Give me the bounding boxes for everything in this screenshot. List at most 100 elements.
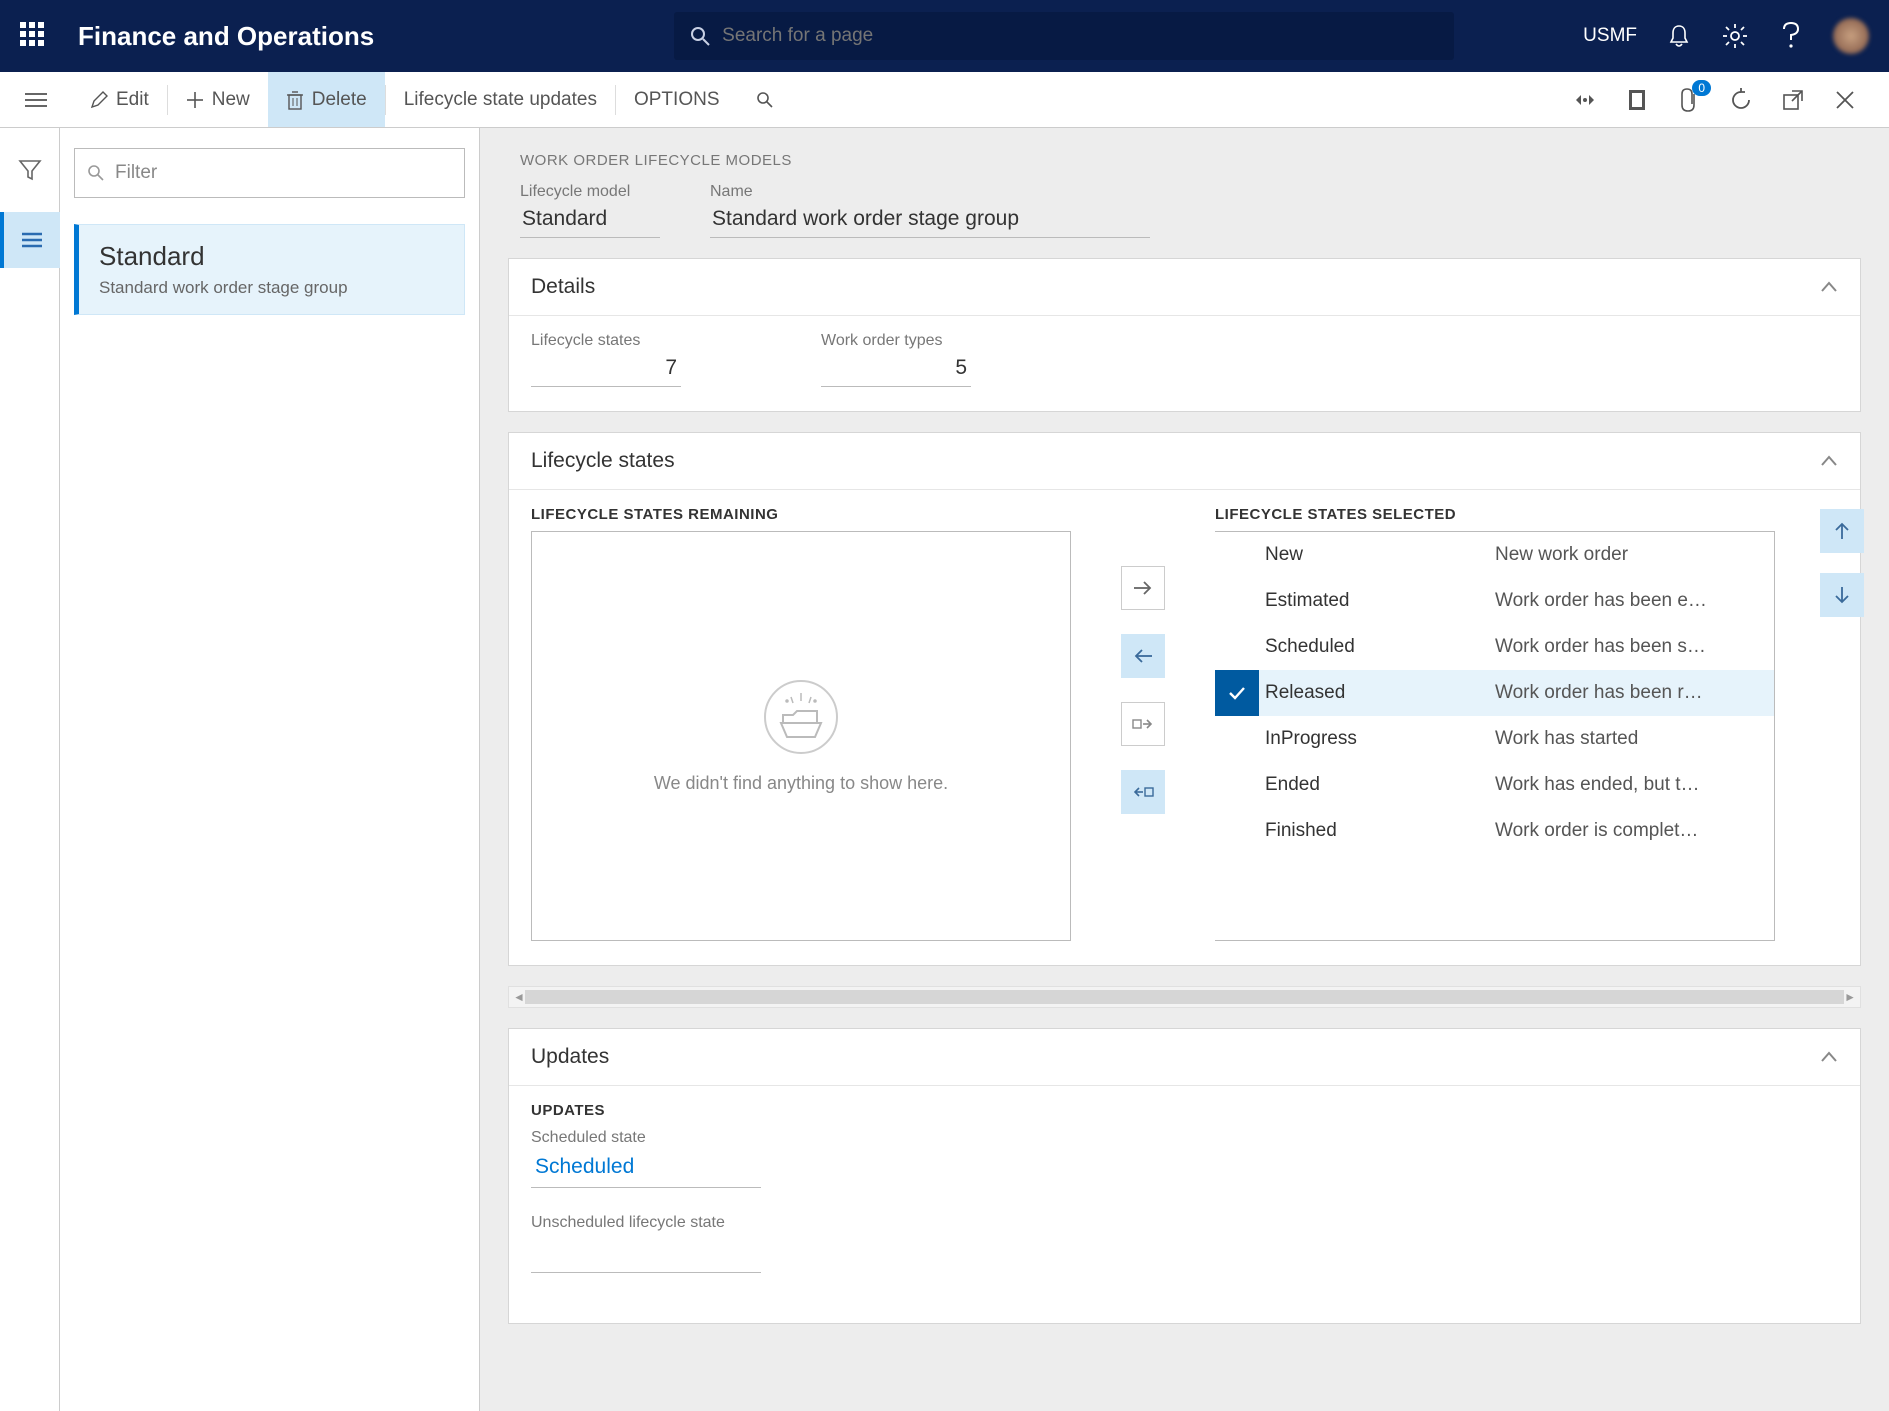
selected-row[interactable]: InProgressWork has started	[1215, 716, 1774, 762]
refresh-button[interactable]	[1727, 86, 1755, 114]
lifecycle-states-count[interactable]: 7	[531, 350, 681, 387]
check-icon	[1215, 670, 1259, 716]
company-selector[interactable]: USMF	[1583, 25, 1637, 47]
action-pane: Edit New Delete Lifecycle state updates …	[0, 72, 1889, 128]
funnel-icon	[18, 159, 42, 181]
selected-title: LIFECYCLE STATES SELECTED	[1215, 506, 1775, 523]
options-button[interactable]: OPTIONS	[616, 72, 738, 127]
add-all-button[interactable]	[1121, 702, 1165, 746]
filter-pane-button[interactable]	[0, 142, 60, 198]
name-value[interactable]: Standard work order stage group	[710, 201, 1150, 238]
popout-button[interactable]	[1779, 86, 1807, 114]
lifecycle-model-label: Lifecycle model	[520, 183, 660, 201]
work-order-types-count-label: Work order types	[821, 332, 971, 350]
name-label: Name	[710, 183, 1150, 201]
remaining-list[interactable]: We didn't find anything to show here.	[531, 531, 1071, 941]
selected-row[interactable]: ScheduledWork order has been s…	[1215, 624, 1774, 670]
trash-icon	[286, 90, 304, 110]
list-panel: Filter Standard Standard work order stag…	[60, 128, 480, 1411]
selected-row-name: Ended	[1265, 774, 1495, 796]
selected-row[interactable]: EndedWork has ended, but t…	[1215, 762, 1774, 808]
add-selected-button[interactable]	[1121, 566, 1165, 610]
edit-label: Edit	[116, 89, 149, 111]
lifecycle-states-count-label: Lifecycle states	[531, 332, 681, 350]
lifecycle-model-value[interactable]: Standard	[520, 201, 660, 238]
remove-all-button[interactable]	[1121, 770, 1165, 814]
selected-row[interactable]: EstimatedWork order has been e…	[1215, 578, 1774, 624]
selected-row-desc: New work order	[1495, 544, 1774, 566]
new-button[interactable]: New	[168, 72, 268, 127]
selected-row[interactable]: FinishedWork order is complet…	[1215, 808, 1774, 854]
lifecycle-states-title: Lifecycle states	[531, 449, 675, 473]
selected-row-desc: Work has ended, but t…	[1495, 774, 1774, 796]
horizontal-scrollbar[interactable]: ◄►	[508, 986, 1861, 1008]
attachments-button[interactable]: 0	[1675, 86, 1703, 114]
delete-label: Delete	[312, 89, 367, 111]
search-icon	[87, 164, 105, 182]
arrow-down-icon	[1834, 585, 1850, 605]
selected-row[interactable]: ReleasedWork order has been r…	[1215, 670, 1774, 716]
move-all-left-icon	[1131, 784, 1155, 800]
selected-list[interactable]: NewNew work orderEstimatedWork order has…	[1215, 531, 1775, 941]
remove-selected-button[interactable]	[1121, 634, 1165, 678]
search-icon	[756, 91, 774, 109]
delete-button[interactable]: Delete	[268, 72, 385, 127]
user-avatar[interactable]	[1833, 18, 1869, 54]
work-order-types-count[interactable]: 5	[821, 350, 971, 387]
left-rail	[0, 128, 60, 1411]
search-icon	[690, 26, 710, 46]
selected-row[interactable]: NewNew work order	[1215, 532, 1774, 578]
selected-row-desc: Work has started	[1495, 728, 1774, 750]
move-down-button[interactable]	[1820, 573, 1864, 617]
nav-collapse-button[interactable]	[0, 72, 72, 128]
move-up-button[interactable]	[1820, 509, 1864, 553]
unscheduled-state-label: Unscheduled lifecycle state	[531, 1214, 1838, 1232]
page-section-title: WORK ORDER LIFECYCLE MODELS	[520, 152, 1849, 169]
list-icon	[20, 231, 44, 249]
connector-icon[interactable]	[1571, 86, 1599, 114]
pencil-icon	[90, 91, 108, 109]
selected-row-desc: Work order is complet…	[1495, 820, 1774, 842]
notifications-icon[interactable]	[1665, 22, 1693, 50]
lifecycle-updates-label: Lifecycle state updates	[404, 89, 597, 111]
list-item-subtitle: Standard work order stage group	[99, 278, 444, 298]
lifecycle-states-header[interactable]: Lifecycle states	[509, 433, 1860, 490]
scheduled-state-label: Scheduled state	[531, 1129, 1838, 1147]
chevron-up-icon	[1820, 1045, 1838, 1069]
settings-icon[interactable]	[1721, 22, 1749, 50]
help-icon[interactable]	[1777, 22, 1805, 50]
selected-row-name: Released	[1265, 682, 1495, 704]
global-header: Finance and Operations USMF	[0, 0, 1889, 72]
selected-row-name: New	[1265, 544, 1495, 566]
global-search-input[interactable]	[722, 25, 1438, 47]
scheduled-state-value[interactable]: Scheduled	[531, 1147, 761, 1188]
office-icon[interactable]	[1623, 86, 1651, 114]
attachments-badge: 0	[1692, 80, 1711, 96]
selected-row-desc: Work order has been r…	[1495, 682, 1774, 704]
edit-button[interactable]: Edit	[72, 72, 167, 127]
list-item[interactable]: Standard Standard work order stage group	[74, 224, 465, 315]
updates-header[interactable]: Updates	[509, 1029, 1860, 1086]
plus-icon	[186, 91, 204, 109]
arrow-left-icon	[1132, 648, 1154, 664]
close-button[interactable]	[1831, 86, 1859, 114]
global-search[interactable]	[674, 12, 1454, 60]
selected-row-name: Estimated	[1265, 590, 1495, 612]
details-title: Details	[531, 275, 595, 299]
app-launcher-icon[interactable]	[20, 22, 48, 50]
selected-row-desc: Work order has been s…	[1495, 636, 1774, 658]
remaining-title: LIFECYCLE STATES REMAINING	[531, 506, 1071, 523]
filter-placeholder: Filter	[115, 162, 157, 184]
list-filter[interactable]: Filter	[74, 148, 465, 198]
updates-title: Updates	[531, 1045, 609, 1069]
page-search-button[interactable]	[738, 72, 792, 127]
remaining-empty-text: We didn't find anything to show here.	[654, 773, 948, 794]
list-item-title: Standard	[99, 241, 444, 272]
details-header[interactable]: Details	[509, 259, 1860, 316]
unscheduled-state-value[interactable]	[531, 1232, 761, 1273]
lifecycle-state-updates-button[interactable]: Lifecycle state updates	[386, 72, 615, 127]
list-pane-button[interactable]	[0, 212, 60, 268]
selected-row-desc: Work order has been e…	[1495, 590, 1774, 612]
selected-row-name: InProgress	[1265, 728, 1495, 750]
details-panel: Details Lifecycle states 7 Work order ty…	[508, 258, 1861, 412]
